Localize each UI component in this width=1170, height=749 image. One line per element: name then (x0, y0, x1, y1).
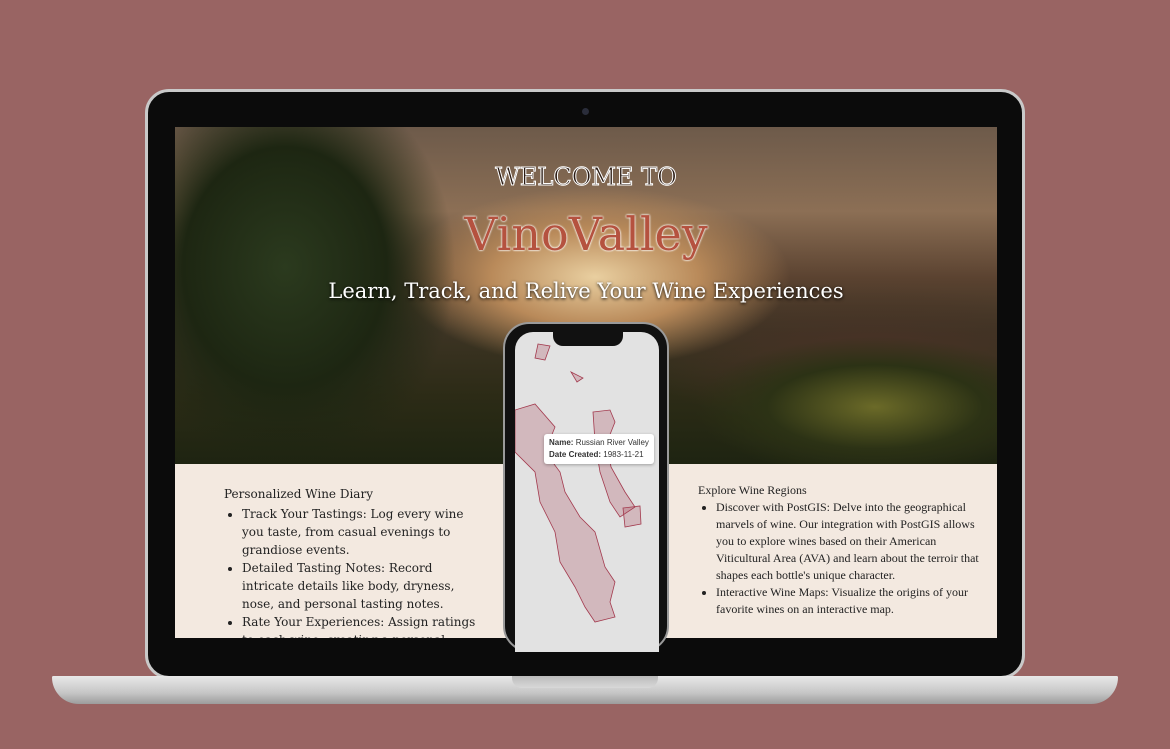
laptop-opening-notch (512, 676, 658, 688)
region-tooltip: Name: Russian River Valley Date Created:… (544, 434, 654, 464)
list-item: Interactive Wine Maps: Visualize the ori… (716, 584, 988, 618)
regions-section: Explore Wine Regions Discover with PostG… (698, 482, 988, 618)
phone-notch (553, 332, 623, 346)
ava-map[interactable]: Name: Russian River Valley Date Created:… (515, 332, 659, 652)
ava-regions (515, 343, 642, 623)
list-item: Track Your Tastings: Log every wine you … (242, 505, 484, 559)
tooltip-name-label: Name: (549, 438, 574, 447)
section-heading: Explore Wine Regions (698, 483, 807, 497)
welcome-heading: WELCOME TO (495, 163, 678, 192)
tagline: Learn, Track, and Relive Your Wine Exper… (328, 279, 844, 303)
brand-title: VinoValley (464, 207, 708, 261)
tooltip-name: Russian River Valley (575, 438, 649, 447)
ava-region (569, 371, 584, 383)
list-item: Detailed Tasting Notes: Record intricate… (242, 559, 484, 613)
list-item: Rate Your Experiences: Assign ratings to… (242, 613, 484, 638)
phone-mockup: Name: Russian River Valley Date Created:… (503, 322, 669, 652)
vineyard-image (675, 327, 997, 464)
list-item: Discover with PostGIS: Delve into the ge… (716, 499, 988, 584)
section-heading: Personalized Wine Diary (224, 487, 373, 501)
tooltip-date-label: Date Created: (549, 450, 602, 459)
ava-region (534, 343, 551, 361)
ava-region (622, 505, 642, 528)
tooltip-date: 1983-11-21 (603, 450, 644, 459)
webcam-icon (582, 108, 589, 115)
diary-section: Personalized Wine Diary Track Your Tasti… (224, 485, 484, 638)
